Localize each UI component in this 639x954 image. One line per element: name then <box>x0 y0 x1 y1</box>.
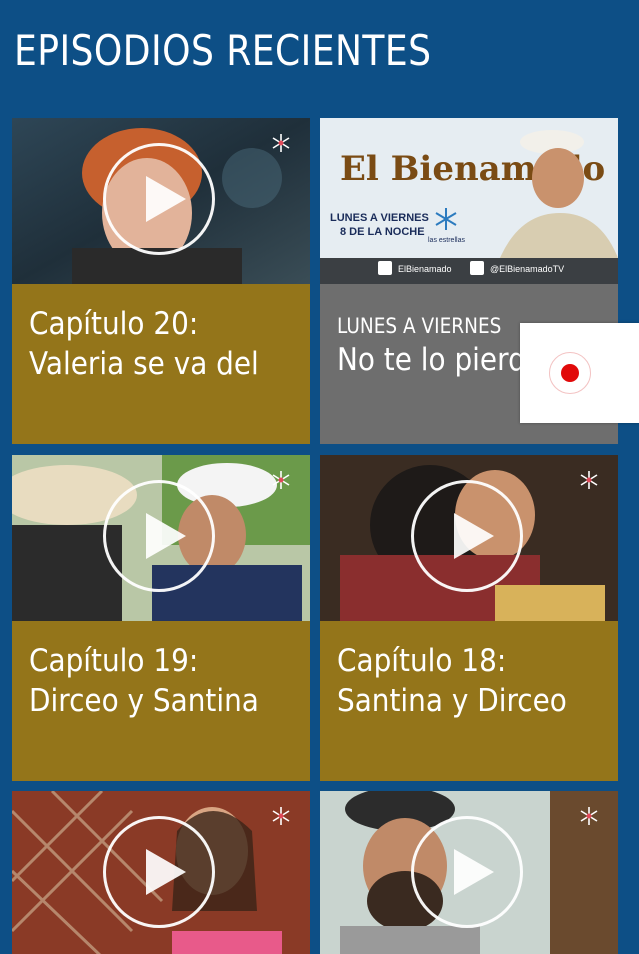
promo-twitter: @ElBienamadoTV <box>490 264 564 274</box>
episode-title-line2: Santina y Dirceo <box>337 683 567 719</box>
play-icon[interactable] <box>411 816 523 928</box>
episode-title: Capítulo 18: Santina y Dirceo <box>337 641 581 721</box>
promo-banner-image: El Bienamado LUNES A VIERNES 8 DE LA NOC… <box>320 118 618 284</box>
episode-thumbnail <box>12 118 310 284</box>
channel-logo-icon <box>272 807 290 825</box>
promo-schedule-line2: 8 DE LA NOCHE <box>340 226 425 238</box>
episode-caption: Capítulo 18: Santina y Dirceo <box>320 621 618 781</box>
play-icon[interactable] <box>103 143 215 255</box>
episode-card[interactable]: Capítulo 18: Santina y Dirceo <box>320 455 618 781</box>
episode-thumbnail <box>320 791 618 954</box>
episode-card[interactable]: Capítulo 19: Dirceo y Santina <box>12 455 310 781</box>
episode-title-line2: Dirceo y Santina <box>29 683 259 719</box>
record-icon <box>561 364 579 382</box>
promo-subtitle: LUNES A VIERNES <box>337 314 502 338</box>
play-icon[interactable] <box>103 480 215 592</box>
promo-channel: las estrellas <box>428 237 465 244</box>
episode-title: Capítulo 19: Dirceo y Santina <box>29 641 273 721</box>
episode-title-line1: Capítulo 19: <box>29 643 199 679</box>
episode-caption: Capítulo 19: Dirceo y Santina <box>12 621 310 781</box>
episode-card[interactable]: Capítulo 20: Valeria se va del <box>12 118 310 444</box>
play-icon[interactable] <box>103 816 215 928</box>
section-title: EPISODIOS RECIENTES <box>14 26 432 75</box>
promo-schedule-line1: LUNES A VIERNES <box>330 212 429 224</box>
promo-banner: El Bienamado LUNES A VIERNES 8 DE LA NOC… <box>320 118 618 284</box>
facebook-icon <box>378 261 392 275</box>
channel-logo-icon <box>580 471 598 489</box>
play-icon[interactable] <box>411 480 523 592</box>
episode-title-line1: Capítulo 20: <box>29 306 199 342</box>
episode-card[interactable] <box>12 791 310 954</box>
episode-title-line2: Valeria se va del <box>29 346 259 382</box>
episode-card[interactable] <box>320 791 618 954</box>
episode-title-line1: Capítulo 18: <box>337 643 507 679</box>
episode-caption: Capítulo 20: Valeria se va del <box>12 284 310 444</box>
promo-facebook: ElBienamado <box>398 264 452 274</box>
episode-thumbnail <box>12 455 310 621</box>
record-button[interactable] <box>520 323 639 423</box>
channel-logo-icon <box>580 807 598 825</box>
twitter-icon <box>470 261 484 275</box>
episode-thumbnail <box>320 455 618 621</box>
channel-logo-icon <box>272 471 290 489</box>
episode-thumbnail <box>12 791 310 954</box>
channel-logo-icon <box>272 134 290 152</box>
episode-title: Capítulo 20: Valeria se va del <box>29 304 273 384</box>
